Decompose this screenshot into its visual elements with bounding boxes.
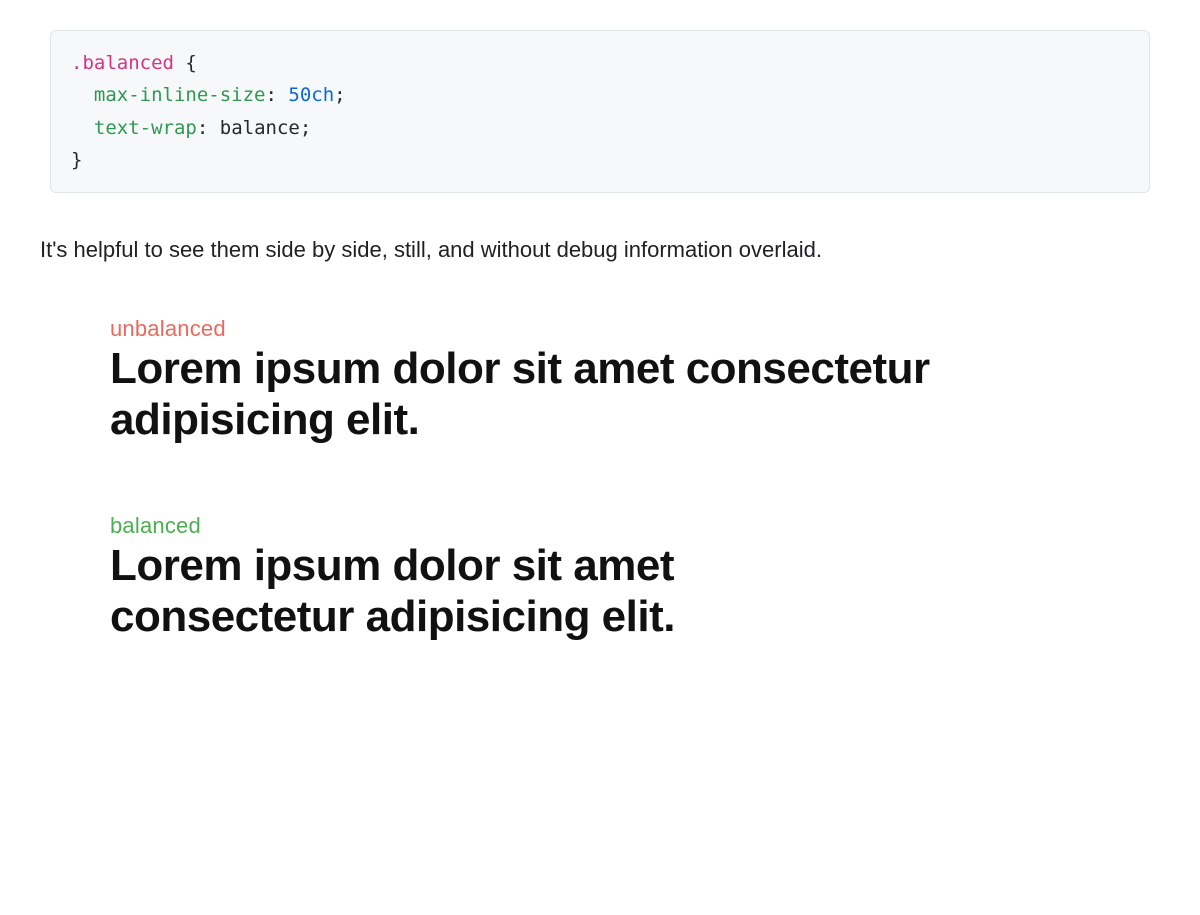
code-semicolon: ; (334, 84, 345, 106)
code-line-close: } (71, 144, 1129, 176)
examples-container: unbalanced Lorem ipsum dolor sit amet co… (110, 316, 1180, 642)
code-brace-close: } (71, 149, 82, 171)
code-value: balance (220, 117, 300, 139)
code-indent (71, 84, 94, 106)
example-unbalanced: unbalanced Lorem ipsum dolor sit amet co… (110, 316, 1180, 445)
css-code-block: .balanced { max-inline-size: 50ch; text-… (50, 30, 1150, 193)
explainer-paragraph: It's helpful to see them side by side, s… (40, 233, 1180, 266)
example-balanced: balanced Lorem ipsum dolor sit amet cons… (110, 513, 1180, 642)
code-colon: : (265, 84, 276, 106)
code-unit: ch (311, 84, 334, 106)
code-semicolon: ; (300, 117, 311, 139)
code-indent (71, 117, 94, 139)
balanced-label: balanced (110, 513, 1180, 539)
code-line-rule-1: max-inline-size: 50ch; (71, 79, 1129, 111)
code-selector: .balanced (71, 52, 174, 74)
unbalanced-heading: Lorem ipsum dolor sit amet consectetur a… (110, 344, 1030, 445)
code-number: 50 (288, 84, 311, 106)
code-brace-open: { (174, 52, 197, 74)
code-line-rule-2: text-wrap: balance; (71, 112, 1129, 144)
code-line-selector: .balanced { (71, 47, 1129, 79)
code-space (277, 84, 288, 106)
balanced-heading: Lorem ipsum dolor sit amet consectetur a… (110, 541, 810, 642)
unbalanced-label: unbalanced (110, 316, 1180, 342)
code-space (208, 117, 219, 139)
code-colon: : (197, 117, 208, 139)
code-property: text-wrap (94, 117, 197, 139)
code-property: max-inline-size (94, 84, 266, 106)
